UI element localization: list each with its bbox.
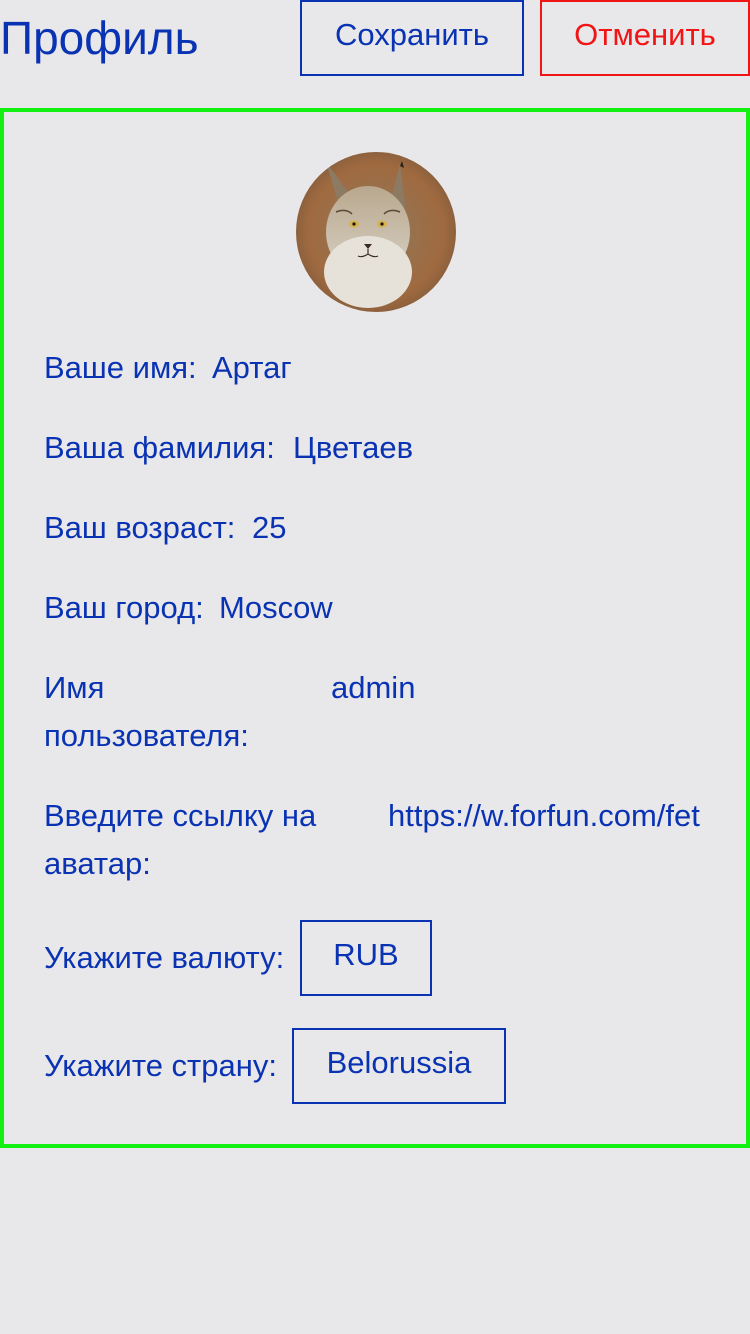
username-label: Имя пользователя:: [44, 670, 249, 753]
surname-input[interactable]: Цветаев: [293, 424, 413, 472]
age-input[interactable]: 25: [252, 504, 286, 552]
city-input[interactable]: Moscow: [219, 584, 333, 632]
name-input[interactable]: Артаг: [212, 344, 292, 392]
city-label: Ваш город:: [44, 590, 204, 625]
avatar-link-label: Введите ссылку на аватар:: [44, 798, 317, 881]
lynx-avatar-icon: [296, 152, 456, 312]
currency-label: Укажите валюту:: [44, 940, 285, 975]
save-button[interactable]: Сохранить: [300, 0, 524, 76]
cancel-button[interactable]: Отменить: [540, 0, 750, 76]
country-label: Укажите страну:: [44, 1048, 277, 1083]
country-select[interactable]: Belorussia: [292, 1028, 506, 1104]
currency-select[interactable]: RUB: [300, 920, 432, 996]
avatar-link-input[interactable]: https://w.forfun.com/fet: [388, 792, 706, 840]
username-input[interactable]: admin: [331, 664, 415, 712]
profile-card: Ваше имя: Артаг Ваша фамилия: Цветаев Ва…: [0, 108, 750, 1148]
age-label: Ваш возраст:: [44, 510, 236, 545]
page-title: Профиль: [0, 12, 199, 64]
name-label: Ваше имя:: [44, 350, 197, 385]
surname-label: Ваша фамилия:: [44, 430, 275, 465]
avatar: [296, 152, 456, 312]
